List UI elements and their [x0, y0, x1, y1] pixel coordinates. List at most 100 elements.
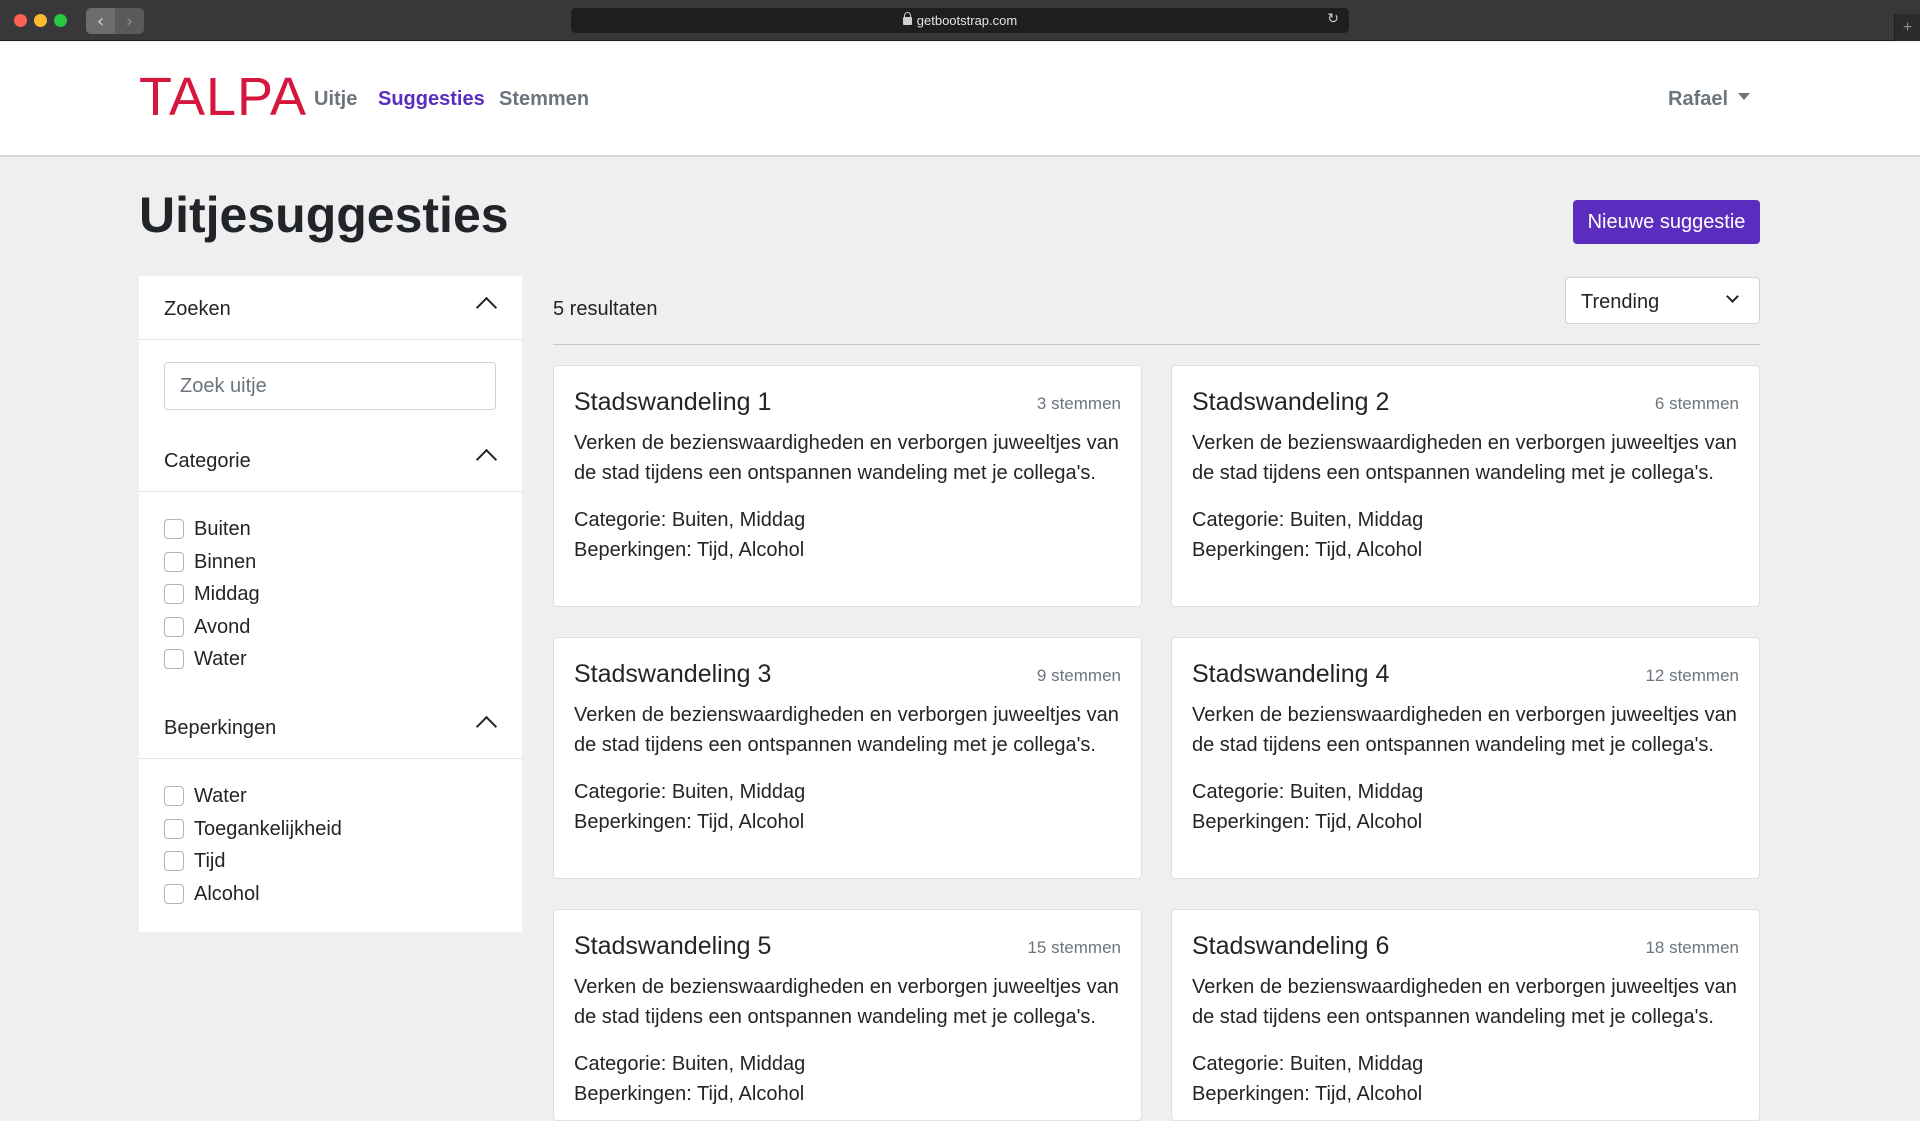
- caret-down-icon: [1738, 93, 1751, 101]
- new-tab-button[interactable]: +: [1894, 14, 1920, 41]
- url-text: getbootstrap.com: [916, 13, 1018, 28]
- checkbox[interactable]: [164, 786, 184, 806]
- card-beperkingen: Beperkingen: Tijd, Alcohol: [574, 539, 805, 561]
- suggestion-card[interactable]: Stadswandeling 3 9 stemmen Verken de bez…: [553, 637, 1142, 879]
- card-title[interactable]: Stadswandeling 6: [1192, 932, 1389, 961]
- categorie-option-buiten[interactable]: Buiten: [164, 516, 251, 542]
- checkbox-label: Buiten: [194, 517, 251, 540]
- categorie-option-water[interactable]: Water: [164, 646, 247, 672]
- address-bar[interactable]: getbootstrap.com ↻: [571, 8, 1349, 33]
- checkbox-label: Water: [194, 784, 247, 807]
- search-input[interactable]: [164, 362, 496, 410]
- checkbox-label: Toegankelijkheid: [194, 817, 342, 840]
- chevron-down-icon: [1726, 290, 1739, 303]
- card-title[interactable]: Stadswandeling 1: [574, 388, 771, 417]
- search-section-header[interactable]: Zoeken: [139, 276, 522, 340]
- checkbox[interactable]: [164, 649, 184, 669]
- card-categorie: Categorie: Buiten, Middag: [1192, 509, 1424, 531]
- app-navbar: TALPA Uitje Suggesties Stemmen Rafael: [0, 42, 1920, 157]
- beperkingen-option-tijd[interactable]: Tijd: [164, 848, 225, 874]
- maximize-window-button[interactable]: [54, 14, 67, 27]
- nav-link-uitje[interactable]: Uitje: [314, 88, 357, 111]
- suggestion-card[interactable]: Stadswandeling 2 6 stemmen Verken de bez…: [1171, 365, 1760, 607]
- checkbox-label: Binnen: [194, 550, 257, 573]
- categorie-section-header[interactable]: Categorie: [139, 428, 522, 492]
- card-description: Verken de bezienswaardigheden en verborg…: [574, 432, 1119, 484]
- suggestion-card[interactable]: Stadswandeling 4 12 stemmen Verken de be…: [1171, 637, 1760, 879]
- chevron-up-icon[interactable]: [475, 715, 498, 738]
- categorie-option-middag[interactable]: Middag: [164, 581, 260, 607]
- browser-nav-buttons: ‹ ›: [86, 8, 144, 34]
- card-votes: 12 stemmen: [1645, 666, 1739, 685]
- sort-select[interactable]: Trending: [1565, 277, 1760, 324]
- card-description: Verken de bezienswaardigheden en verborg…: [1192, 704, 1737, 756]
- card-description: Verken de bezienswaardigheden en verborg…: [574, 704, 1119, 756]
- checkbox-label: Tijd: [194, 849, 226, 872]
- card-title[interactable]: Stadswandeling 5: [574, 932, 771, 961]
- search-heading: Zoeken: [164, 298, 231, 320]
- card-description: Verken de bezienswaardigheden en verborg…: [574, 976, 1119, 1028]
- browser-chrome: ‹ › getbootstrap.com ↻ +: [0, 0, 1920, 41]
- card-votes: 15 stemmen: [1027, 938, 1121, 957]
- categorie-option-avond[interactable]: Avond: [164, 614, 250, 640]
- checkbox[interactable]: [164, 552, 184, 572]
- card-categorie: Categorie: Buiten, Middag: [1192, 781, 1424, 803]
- checkbox[interactable]: [164, 584, 184, 604]
- close-window-button[interactable]: [14, 14, 27, 27]
- card-categorie: Categorie: Buiten, Middag: [574, 509, 806, 531]
- nav-link-stemmen[interactable]: Stemmen: [499, 88, 589, 111]
- beperkingen-option-toegankelijkheid[interactable]: Toegankelijkheid: [164, 816, 342, 842]
- results-divider: [553, 344, 1760, 345]
- lock-icon: [902, 11, 912, 27]
- brand-logo[interactable]: TALPA: [139, 70, 307, 124]
- card-description: Verken de bezienswaardigheden en verborg…: [1192, 432, 1737, 484]
- card-beperkingen: Beperkingen: Tijd, Alcohol: [1192, 811, 1423, 833]
- categorie-heading: Categorie: [164, 450, 251, 472]
- checkbox-label: Middag: [194, 582, 260, 605]
- card-categorie: Categorie: Buiten, Middag: [574, 781, 806, 803]
- checkbox[interactable]: [164, 617, 184, 637]
- checkbox-label: Water: [194, 647, 247, 670]
- card-votes: 18 stemmen: [1645, 938, 1739, 957]
- checkbox[interactable]: [164, 851, 184, 871]
- card-votes: 9 stemmen: [1036, 666, 1121, 685]
- reload-icon[interactable]: ↻: [1327, 11, 1339, 27]
- forward-arrow-icon[interactable]: ›: [115, 8, 144, 34]
- user-name: Rafael: [1668, 88, 1729, 110]
- categorie-option-binnen[interactable]: Binnen: [164, 549, 256, 575]
- checkbox[interactable]: [164, 884, 184, 904]
- back-arrow-icon[interactable]: ‹: [86, 8, 115, 34]
- chevron-up-icon[interactable]: [475, 296, 498, 319]
- card-votes: 6 stemmen: [1654, 394, 1739, 413]
- results-count: 5 resultaten: [553, 298, 658, 320]
- card-description: Verken de bezienswaardigheden en verborg…: [1192, 976, 1737, 1028]
- checkbox[interactable]: [164, 819, 184, 839]
- card-votes: 3 stemmen: [1036, 394, 1121, 413]
- page-title: Uitjesuggesties: [139, 187, 509, 243]
- card-title[interactable]: Stadswandeling 2: [1192, 388, 1389, 417]
- minimize-window-button[interactable]: [34, 14, 47, 27]
- chevron-up-icon[interactable]: [475, 448, 498, 471]
- suggestion-card[interactable]: Stadswandeling 1 3 stemmen Verken de bez…: [553, 365, 1142, 607]
- nav-link-suggesties[interactable]: Suggesties: [378, 88, 485, 111]
- beperkingen-option-alcohol[interactable]: Alcohol: [164, 881, 260, 907]
- card-beperkingen: Beperkingen: Tijd, Alcohol: [574, 811, 805, 833]
- card-title[interactable]: Stadswandeling 4: [1192, 660, 1389, 689]
- beperkingen-heading: Beperkingen: [164, 717, 277, 739]
- card-categorie: Categorie: Buiten, Middag: [1192, 1053, 1424, 1075]
- beperkingen-option-water[interactable]: Water: [164, 783, 247, 809]
- checkbox[interactable]: [164, 519, 184, 539]
- user-menu[interactable]: Rafael: [1668, 88, 1751, 111]
- card-title[interactable]: Stadswandeling 3: [574, 660, 771, 689]
- card-categorie: Categorie: Buiten, Middag: [574, 1053, 806, 1075]
- card-beperkingen: Beperkingen: Tijd, Alcohol: [1192, 1083, 1423, 1105]
- beperkingen-section-header[interactable]: Beperkingen: [139, 695, 522, 759]
- checkbox-label: Alcohol: [194, 882, 260, 905]
- suggestion-card[interactable]: Stadswandeling 5 15 stemmen Verken de be…: [553, 909, 1142, 1121]
- new-suggestion-button[interactable]: Nieuwe suggestie: [1573, 200, 1760, 244]
- checkbox-label: Avond: [194, 615, 251, 638]
- card-beperkingen: Beperkingen: Tijd, Alcohol: [574, 1083, 805, 1105]
- filter-sidebar: Zoeken Categorie Buiten Binnen Middag Av…: [139, 276, 522, 932]
- sort-value: Trending: [1581, 291, 1660, 313]
- suggestion-card[interactable]: Stadswandeling 6 18 stemmen Verken de be…: [1171, 909, 1760, 1121]
